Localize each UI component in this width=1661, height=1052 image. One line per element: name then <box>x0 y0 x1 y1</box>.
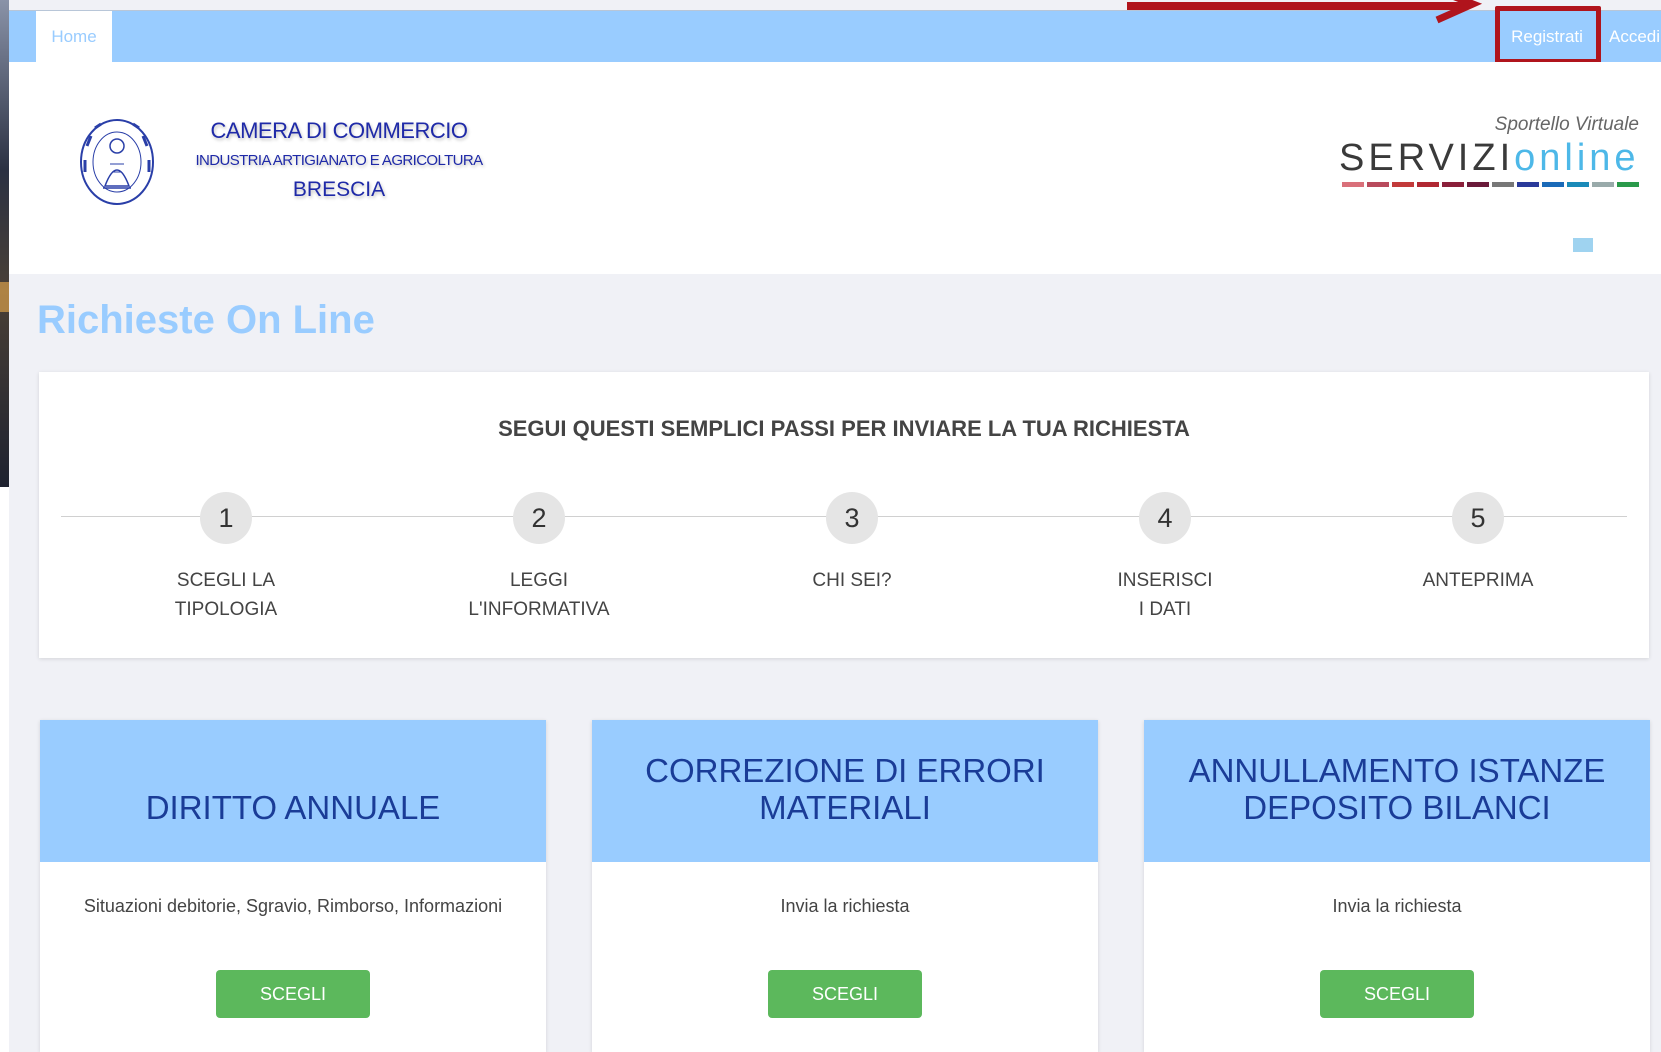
top-navbar: Home Registrati Accedi <box>9 10 1661 63</box>
step-number: 5 <box>1452 492 1504 544</box>
servizionline-logo: Sportello Virtuale SERVIZIonline <box>1339 114 1640 252</box>
card-header: ANNULLAMENTO ISTANZE DEPOSITO BILANCI <box>1144 720 1650 862</box>
card-correzione-errori: CORREZIONE DI ERRORI MATERIALI Invia la … <box>592 720 1098 1052</box>
step-number: 2 <box>513 492 565 544</box>
card-header: CORREZIONE DI ERRORI MATERIALI <box>592 720 1098 862</box>
page-title: Richieste On Line <box>37 298 375 342</box>
card-header: DIRITTO ANNUALE <box>40 720 546 862</box>
card-description: Situazioni debitorie, Sgravio, Rimborso,… <box>83 896 503 916</box>
step-label: ANTEPRIMA <box>1422 570 1534 591</box>
nav-home-tab[interactable]: Home <box>36 11 112 63</box>
step-4: 4 INSERISCI I DATI <box>1045 492 1285 624</box>
step-label: LEGGI L'INFORMATIVA <box>468 570 610 620</box>
chamber-logo-text: CAMERA DI COMMERCIO INDUSTRIA ARTIGIANAT… <box>189 118 489 202</box>
card-diritto-annuale: DIRITTO ANNUALE Situazioni debitorie, Sg… <box>40 720 546 1052</box>
step-number: 4 <box>1139 492 1191 544</box>
step-number: 3 <box>826 492 878 544</box>
steps-title: SEGUI QUESTI SEMPLICI PASSI PER INVIARE … <box>498 416 1190 441</box>
choose-button[interactable]: SCEGLI <box>1320 970 1474 1018</box>
site-header: CAMERA DI COMMERCIO INDUSTRIA ARTIGIANAT… <box>9 62 1661 274</box>
step-5: 5 ANTEPRIMA <box>1358 492 1598 595</box>
annotation-arrow-icon <box>1435 0 1483 24</box>
login-link[interactable]: Accedi <box>1603 11 1661 63</box>
step-number: 1 <box>200 492 252 544</box>
card-title: ANNULLAMENTO ISTANZE DEPOSITO BILANCI <box>1188 752 1606 826</box>
step-2: 2 LEGGI L'INFORMATIVA <box>419 492 659 624</box>
card-annullamento-istanze: ANNULLAMENTO ISTANZE DEPOSITO BILANCI In… <box>1144 720 1650 1052</box>
choose-button[interactable]: SCEGLI <box>768 970 922 1018</box>
step-label: INSERISCI I DATI <box>1117 570 1213 620</box>
brand-wordmark: SERVIZIonline <box>1339 137 1640 179</box>
brand-tagline: Sportello Virtuale <box>1494 114 1639 135</box>
brand-color-bar <box>1339 182 1639 187</box>
step-1: 1 SCEGLI LA TIPOLOGIA <box>106 492 346 624</box>
card-title: CORREZIONE DI ERRORI MATERIALI <box>645 752 1045 826</box>
card-description: Invia la richiesta <box>1332 896 1462 916</box>
logo-line3: BRESCIA <box>292 178 386 201</box>
step-label: CHI SEI? <box>812 570 892 591</box>
logo-line1: CAMERA DI COMMERCIO <box>210 118 468 143</box>
choose-button[interactable]: SCEGLI <box>216 970 370 1018</box>
annotation-arrow-line <box>1127 2 1467 10</box>
steps-panel: SEGUI QUESTI SEMPLICI PASSI PER INVIARE … <box>39 372 1649 658</box>
card-title: DIRITTO ANNUALE <box>145 789 441 826</box>
card-description: Invia la richiesta <box>780 896 910 916</box>
brand-square-icon <box>1573 238 1593 252</box>
step-label: SCEGLI LA TIPOLOGIA <box>174 570 278 620</box>
chamber-seal-logo <box>80 119 154 205</box>
step-3: 3 CHI SEI? <box>732 492 972 595</box>
logo-line2: INDUSTRIA ARTIGIANATO E AGRICOLTURA <box>195 152 483 169</box>
background-image-edge <box>0 0 9 487</box>
annotation-highlight-box <box>1495 6 1601 64</box>
page: Home Registrati Accedi CAMERA DI COMMERC… <box>9 0 1661 1052</box>
